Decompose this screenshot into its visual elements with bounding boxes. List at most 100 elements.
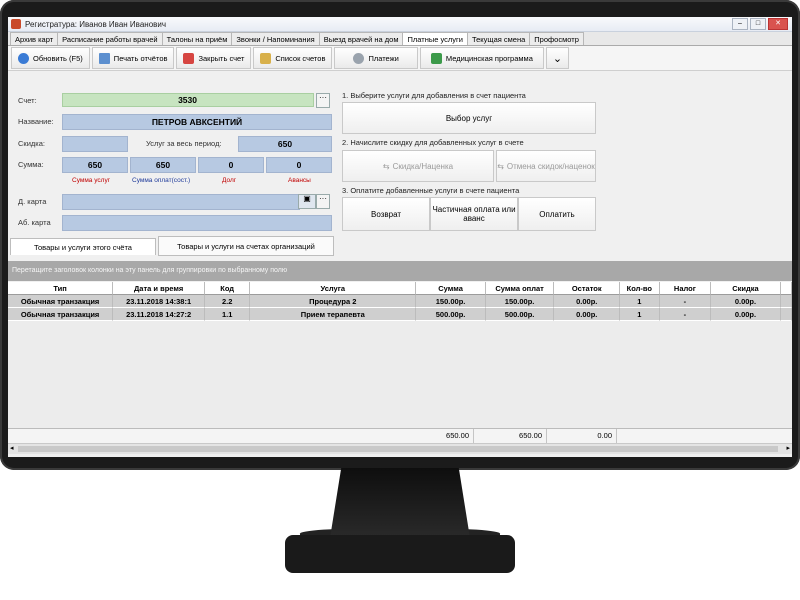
close-button[interactable]: ✕ <box>768 18 788 30</box>
payments-sum-field[interactable]: 650 <box>130 157 196 173</box>
discount-card-label: Д. карта <box>18 197 47 206</box>
discount-markup-button[interactable]: ⇆ Скидка/Наценка <box>342 150 494 182</box>
grid-totals: 650.00 650.00 0.00 <box>8 428 792 443</box>
step1-heading: 1. Выберите услуги для добавления в счет… <box>342 91 526 100</box>
bill-number-field[interactable]: 3530 <box>62 93 314 107</box>
col-code[interactable]: Код <box>205 282 251 295</box>
more-dropdown-button[interactable]: ⌄ <box>545 47 570 69</box>
row-spacer <box>780 308 792 321</box>
bill-form: Счет: 3530 ··· Название: ПЕТРОВ АВКСЕНТИ… <box>8 70 338 270</box>
card-reader-icon[interactable]: ▣ <box>298 194 316 209</box>
cell-tax: - <box>659 308 712 321</box>
discount-label: Скидка: <box>18 139 45 148</box>
col-balance[interactable]: Остаток <box>554 282 621 295</box>
monitor-stand-base <box>285 535 515 573</box>
cell-paid-sum: 150.00р. <box>485 295 555 308</box>
debt-field[interactable]: 0 <box>198 157 264 173</box>
patient-name-field[interactable]: ПЕТРОВ АВКСЕНТИЙ <box>62 114 332 130</box>
table-row[interactable]: Обычная транзакция 23.11.2018 14:38:1 2.… <box>8 295 792 308</box>
grid-header: Тип Дата и время Код Услуга Сумма Сумма … <box>8 282 792 295</box>
close-bill-button[interactable]: Закрыть счет <box>176 47 252 69</box>
col-tax[interactable]: Налог <box>659 282 712 295</box>
close-bill-icon <box>183 52 195 64</box>
refund-button[interactable]: Возврат <box>342 197 430 231</box>
discount-card-select-button[interactable]: ··· <box>316 194 330 209</box>
scroll-right-icon[interactable]: ▸ <box>786 444 790 454</box>
debt-caption: Долг <box>222 177 237 184</box>
advances-caption: Авансы <box>288 177 311 184</box>
table-row[interactable]: Обычная транзакция 23.11.2018 14:27:2 1.… <box>8 308 792 321</box>
sum-label: Сумма: <box>18 160 44 169</box>
cancel-discount-icon: ⇆ <box>497 161 504 171</box>
refresh-icon <box>18 52 29 64</box>
cell-service: Процедура 2 <box>250 295 417 308</box>
total-paid-sum: 650.00 <box>474 429 547 443</box>
cell-type: Обычная транзакция <box>8 308 114 321</box>
bill-select-button[interactable]: ··· <box>316 93 330 108</box>
tab-home-visits[interactable]: Выезд врачей на дом <box>318 32 404 45</box>
tab-current-shift[interactable]: Текущая смена <box>466 32 531 45</box>
cell-service: Прием терапевта <box>250 308 417 321</box>
cell-discount: 0.00р. <box>711 295 781 308</box>
cell-datetime: 23.11.2018 14:38:1 <box>113 295 206 308</box>
pay-button[interactable]: Оплатить <box>518 197 596 231</box>
tab-schedule[interactable]: Расписание работы врачей <box>57 32 163 45</box>
minimize-button[interactable]: – <box>732 18 748 30</box>
transactions-grid: Тип Дата и время Код Услуга Сумма Сумма … <box>8 282 792 428</box>
payments-sum-caption: Сумма оплат(сост.) <box>132 177 191 184</box>
partial-payment-button[interactable]: Частичная оплата или аванс <box>430 197 518 231</box>
select-services-button[interactable]: Выбор услуг <box>342 102 596 134</box>
group-by-panel[interactable]: Перетащите заголовок колонки на эту пане… <box>8 261 792 281</box>
cell-type: Обычная транзакция <box>8 295 114 308</box>
cell-quantity: 1 <box>620 308 660 321</box>
refresh-button[interactable]: Обновить (F5) <box>11 47 90 69</box>
tab-paid-services[interactable]: Платные услуги <box>402 32 468 45</box>
scrollbar-thumb[interactable] <box>18 446 778 452</box>
app-icon <box>11 19 21 29</box>
cell-code: 1.1 <box>205 308 251 321</box>
col-quantity[interactable]: Кол-во <box>620 282 660 295</box>
step2-heading: 2. Начислите скидку для добавленных услу… <box>342 138 524 147</box>
printer-icon <box>98 52 110 64</box>
tab-calls[interactable]: Звонки / Напоминания <box>231 32 320 45</box>
services-sum-field[interactable]: 650 <box>62 157 128 173</box>
cancel-discounts-button[interactable]: ⇆ Отмена скидок/наценок <box>496 150 596 182</box>
subscription-card-field[interactable] <box>62 215 332 231</box>
col-datetime[interactable]: Дата и время <box>113 282 206 295</box>
maximize-button[interactable]: □ <box>750 18 766 30</box>
col-discount[interactable]: Скидка <box>711 282 781 295</box>
bill-label: Счет: <box>18 96 37 105</box>
bills-list-button[interactable]: Список счетов <box>253 47 333 69</box>
medical-program-button[interactable]: Медицинская программа <box>419 47 544 69</box>
discount-card-field[interactable] <box>62 194 300 210</box>
col-paid-sum[interactable]: Сумма оплат <box>485 282 555 295</box>
tab-org-services[interactable]: Товары и услуги на счетах организаций <box>158 236 334 256</box>
advances-field[interactable]: 0 <box>266 157 332 173</box>
tab-archive[interactable]: Архив карт <box>10 32 59 45</box>
tab-tickets[interactable]: Талоны на приём <box>161 32 233 45</box>
payments-icon <box>353 52 365 64</box>
cell-tax: - <box>659 295 712 308</box>
discount-field[interactable] <box>62 136 128 152</box>
cell-paid-sum: 500.00р. <box>485 308 555 321</box>
tab-bill-services[interactable]: Товары и услуги этого счёта <box>10 238 156 255</box>
cell-discount: 0.00р. <box>711 308 781 321</box>
period-services-field[interactable]: 650 <box>238 136 332 152</box>
payments-button[interactable]: Платежи <box>334 47 418 69</box>
cell-sum: 500.00р. <box>416 308 486 321</box>
subscription-card-label: Аб. карта <box>18 218 51 227</box>
print-reports-button[interactable]: Печать отчётов <box>91 47 175 69</box>
step3-heading: 3. Оплатите добавленные услуги в счете п… <box>342 186 520 195</box>
col-service[interactable]: Услуга <box>250 282 417 295</box>
scroll-left-icon[interactable]: ◂ <box>10 444 14 454</box>
horizontal-scrollbar[interactable]: ◂ ▸ <box>8 443 792 454</box>
screen: Регистратура: Иванов Иван Иванович – □ ✕… <box>8 17 792 457</box>
col-type[interactable]: Тип <box>8 282 114 295</box>
cell-quantity: 1 <box>620 295 660 308</box>
col-sum[interactable]: Сумма <box>416 282 486 295</box>
total-balance: 0.00 <box>547 429 617 443</box>
total-sum: 650.00 <box>400 429 474 443</box>
tab-checkup[interactable]: Профосмотр <box>529 32 584 45</box>
period-services-label: Услуг за весь период: <box>146 139 222 148</box>
title-bar: Регистратура: Иванов Иван Иванович – □ ✕ <box>8 17 792 32</box>
